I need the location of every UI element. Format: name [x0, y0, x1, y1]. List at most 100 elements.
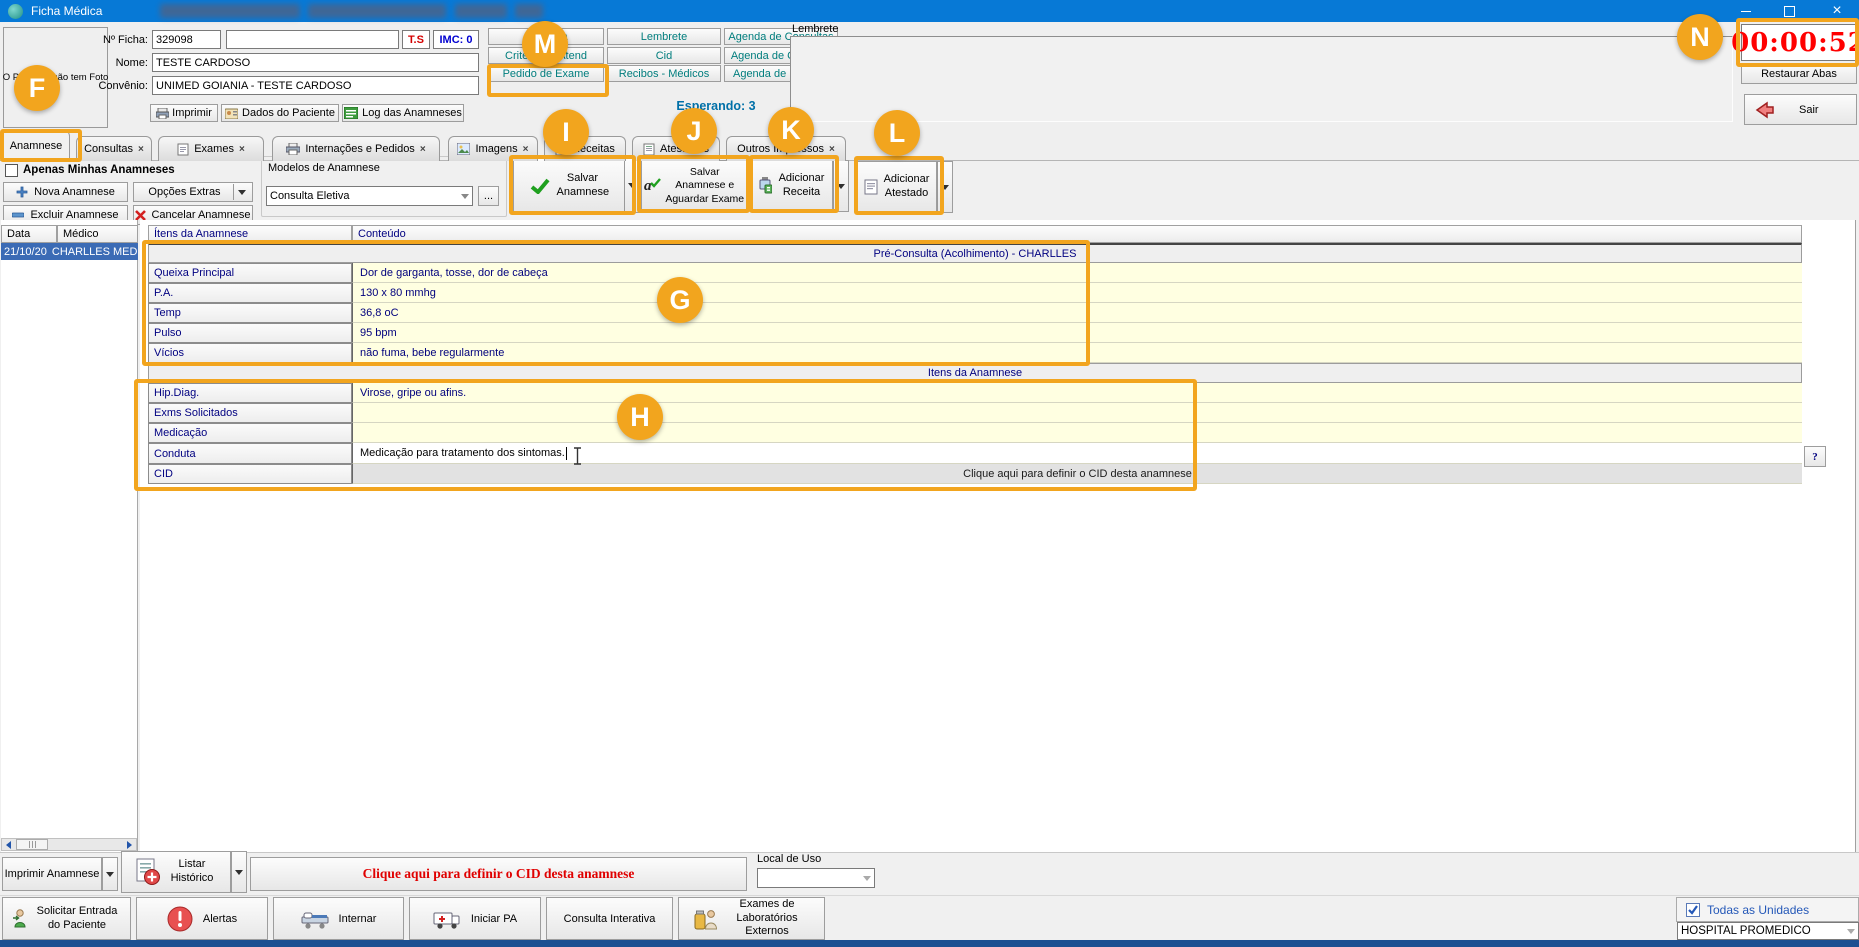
tab-close-icon[interactable]: ×: [829, 144, 835, 155]
document-icon: [177, 143, 189, 156]
row-label: Temp: [148, 303, 352, 323]
local-de-uso-select[interactable]: [757, 868, 875, 888]
history-col-data[interactable]: Data: [1, 225, 57, 243]
tab-imagens[interactable]: Imagens ×: [448, 136, 538, 161]
redacted-title-text: [308, 4, 446, 18]
row-value[interactable]: [352, 403, 1802, 423]
scroll-left-arrow[interactable]: [2, 839, 15, 850]
ficha-input[interactable]: 329098: [152, 30, 221, 49]
salvar-aguardar-exame-button[interactable]: a Salvar Anamnese e Aguardar Exame: [641, 160, 748, 212]
solicitar-entrada-button[interactable]: Solicitar Entrada do Paciente: [2, 897, 131, 940]
minimize-button[interactable]: [1729, 0, 1763, 22]
listar-historico-button[interactable]: Listar Histórico: [121, 851, 231, 893]
tab-anamnese[interactable]: Anamnese: [2, 130, 70, 161]
row-value[interactable]: 36,8 oC: [352, 303, 1802, 323]
grid-col-conteudo[interactable]: Conteúdo: [352, 225, 1802, 243]
imc-badge[interactable]: IMC: 0: [433, 30, 479, 49]
pedido-exame-button[interactable]: Pedido de Exame: [488, 65, 604, 82]
salvar-anamnese-button[interactable]: Salvar Anamnese: [513, 158, 625, 213]
conduta-edit-field[interactable]: Medicação para tratamento dos sintomas.: [352, 443, 1802, 464]
adicionar-receita-button[interactable]: Adicionar Receita: [751, 160, 833, 212]
lembrete-button[interactable]: Lembrete: [607, 28, 721, 45]
cid-define-row[interactable]: Clique aqui para definir o CID desta ana…: [352, 464, 1802, 484]
medicine-bottle-icon: [758, 177, 772, 195]
row-value[interactable]: [352, 423, 1802, 443]
tab-internacoes-pedidos[interactable]: Internações e Pedidos ×: [272, 136, 440, 161]
act-log-icon: [344, 107, 358, 119]
internar-button[interactable]: Internar: [273, 897, 404, 940]
row-value[interactable]: Dor de garganta, tosse, dor de cabeça: [352, 263, 1802, 283]
help-button[interactable]: ?: [1804, 446, 1826, 467]
reminder-panel[interactable]: [790, 36, 1733, 122]
nome-input[interactable]: TESTE CARDOSO: [152, 53, 479, 72]
exames-lab-externos-button[interactable]: Exames de Laboratórios Externos: [678, 897, 825, 940]
row-label: Pulso: [148, 323, 352, 343]
imprimir-paciente-button[interactable]: Imprimir: [150, 104, 218, 122]
modelos-more-button[interactable]: ...: [478, 186, 499, 206]
tab-close-icon[interactable]: ×: [138, 144, 144, 155]
alertas-button[interactable]: Alertas: [136, 897, 268, 940]
todas-unidades-checkbox[interactable]: [1686, 903, 1700, 917]
define-cid-button[interactable]: Clique aqui para definir o CID desta ana…: [250, 857, 747, 891]
dados-paciente-button[interactable]: Dados do Paciente: [221, 104, 339, 122]
tab-close-icon[interactable]: ×: [420, 144, 426, 155]
opcoes-extras-button[interactable]: Opções Extras: [133, 182, 253, 202]
row-label: Conduta: [148, 443, 352, 464]
row-label: Vícios: [148, 343, 352, 363]
adicionar-atestado-dropdown[interactable]: [937, 161, 953, 213]
chevron-down-icon: [461, 194, 469, 199]
listar-historico-dropdown[interactable]: [231, 851, 247, 893]
row-label: Hip.Diag.: [148, 383, 352, 403]
apenas-minhas-checkbox[interactable]: [5, 164, 18, 177]
tab-exames[interactable]: Exames ×: [158, 136, 264, 161]
status-strip: [0, 940, 1859, 947]
history-col-medico[interactable]: Médico: [57, 225, 138, 243]
unit-select[interactable]: HOSPITAL PROMEDICO: [1677, 922, 1859, 940]
row-value[interactable]: Virose, gripe ou afins.: [352, 383, 1802, 403]
titlebar: Ficha Médica ×: [0, 0, 1859, 22]
adicionar-receita-dropdown[interactable]: [833, 160, 849, 212]
ts-badge[interactable]: T.S: [402, 30, 430, 49]
recibos-medicos-button[interactable]: Recibos - Médicos: [607, 65, 721, 82]
row-value[interactable]: não fuma, bebe regularmente: [352, 343, 1802, 363]
close-button[interactable]: ×: [1815, 0, 1859, 22]
history-scrollbar[interactable]: [1, 838, 137, 851]
ficha-extra-input[interactable]: [226, 30, 399, 49]
nova-anamnese-button[interactable]: Nova Anamnese: [3, 182, 128, 202]
row-value[interactable]: 95 bpm: [352, 323, 1802, 343]
history-row-selected[interactable]: 21/10/20 CHARLLES MEDICO: [1, 243, 138, 260]
red-x-icon: [135, 210, 146, 221]
scroll-right-arrow[interactable]: [123, 839, 136, 850]
convenio-input[interactable]: UNIMED GOIANIA - TESTE CARDOSO: [152, 76, 479, 95]
row-value[interactable]: 130 x 80 mmhg: [352, 283, 1802, 303]
sair-button[interactable]: Sair: [1744, 94, 1857, 125]
modelo-select[interactable]: Consulta Eletiva: [266, 186, 473, 206]
row-label: Queixa Principal: [148, 263, 352, 283]
iniciar-pa-button[interactable]: Iniciar PA: [409, 897, 541, 940]
grid-col-itens[interactable]: Ítens da Anamnese: [148, 225, 352, 243]
chevron-down-icon: [863, 876, 871, 881]
tab-close-icon[interactable]: ×: [523, 144, 529, 155]
chevron-down-icon: [235, 870, 243, 875]
imprimir-anamnese-dropdown[interactable]: [102, 857, 118, 891]
app-icon: [8, 4, 23, 19]
maximize-button[interactable]: [1772, 0, 1806, 22]
reminder-label: Lembrete: [792, 23, 838, 35]
row-label: CID: [148, 464, 352, 484]
adicionar-atestado-button[interactable]: Adicionar Atestado: [857, 161, 937, 213]
annotation-marker-I: I: [543, 109, 589, 155]
tab-close-icon[interactable]: ×: [239, 144, 245, 155]
scroll-thumb[interactable]: [16, 839, 48, 850]
restaurar-abas-button[interactable]: Restaurar Abas: [1741, 63, 1857, 84]
salvar-anamnese-dropdown[interactable]: [624, 158, 640, 213]
section-pre-consulta: Pré-Consulta (Acolhimento) - CHARLLES: [148, 243, 1802, 263]
convenio-label: Convênio:: [92, 80, 148, 92]
imprimir-anamnese-button[interactable]: Imprimir Anamnese: [2, 857, 102, 891]
consulta-interativa-button[interactable]: Consulta Interativa: [546, 897, 673, 940]
chevron-down-icon: [1847, 929, 1855, 934]
log-anamneses-button[interactable]: Log das Anamneses: [342, 104, 464, 122]
tab-consultas[interactable]: Consultas ×: [76, 136, 152, 161]
annotation-marker-K: K: [768, 107, 814, 153]
annotation-marker-F: F: [14, 65, 60, 111]
cid-button[interactable]: Cid: [607, 47, 721, 64]
